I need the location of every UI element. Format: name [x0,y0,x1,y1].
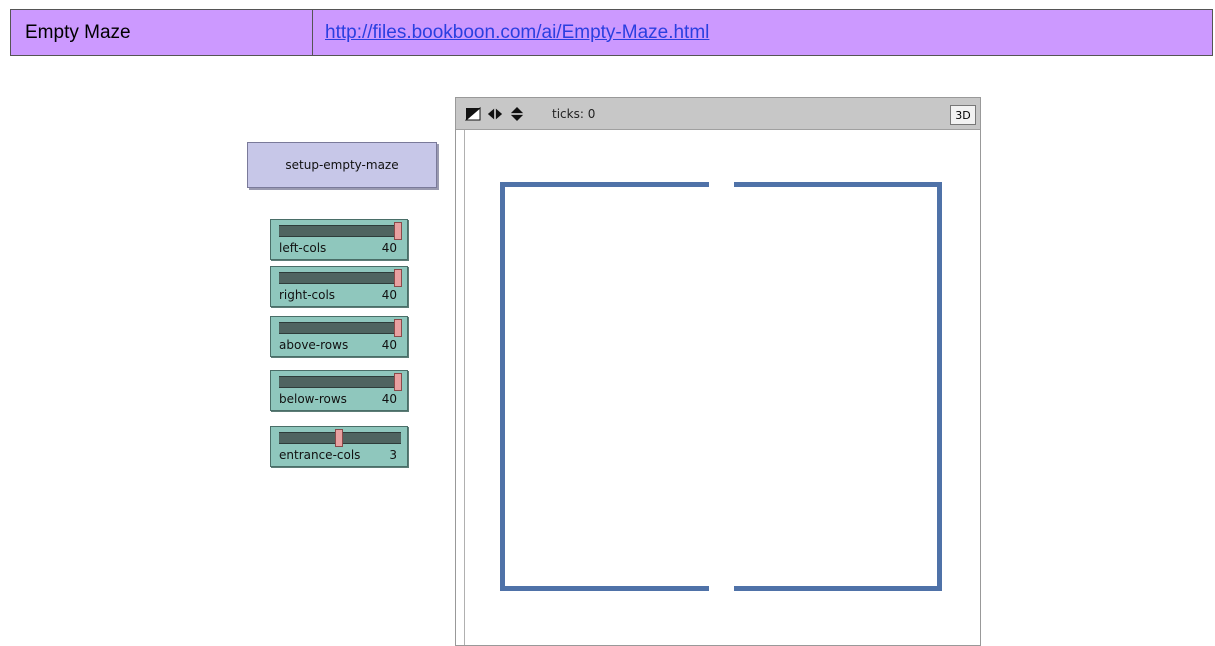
slider-thumb[interactable] [394,319,402,337]
slider-entrance-cols[interactable]: entrance-cols 3 [270,426,408,467]
maze-wall-bottom-left [500,586,709,591]
slider-label: right-cols [279,288,336,302]
slider-label: left-cols [279,241,327,255]
maze-wall-top-left [500,182,709,187]
3d-view-button[interactable]: 3D [950,105,976,125]
model-link[interactable]: http://files.bookboon.com/ai/Empty-Maze.… [325,22,709,44]
model-link-cell: http://files.bookboon.com/ai/Empty-Maze.… [313,10,1212,55]
slider-track[interactable] [279,272,401,284]
slider-value: 40 [381,241,397,255]
slider-value: 3 [389,448,397,462]
slider-label: above-rows [279,338,349,352]
slider-thumb[interactable] [335,429,343,447]
world-view: ticks: 0 3D [455,97,981,646]
maze-canvas[interactable] [464,130,980,645]
slider-thumb[interactable] [394,222,402,240]
edit-shape-icon[interactable] [465,107,481,121]
slider-above-rows[interactable]: above-rows 40 [270,316,408,357]
maze-wall-right [937,182,942,591]
slider-value: 40 [381,392,397,406]
slider-track[interactable] [279,376,401,388]
model-title: Empty Maze [11,10,313,55]
slider-value: 40 [381,288,397,302]
vertical-wrap-icon[interactable] [509,107,525,121]
slider-label: entrance-cols [279,448,361,462]
view-toolbar: ticks: 0 3D [456,98,980,130]
slider-right-cols[interactable]: right-cols 40 [270,266,408,307]
slider-thumb[interactable] [394,373,402,391]
maze-wall-top-right [734,182,942,187]
slider-track[interactable] [279,322,401,334]
toolbar-icons [465,107,525,121]
slider-value: 40 [381,338,397,352]
slider-below-rows[interactable]: below-rows 40 [270,370,408,411]
ticks-counter: ticks: 0 [552,107,596,121]
horizontal-wrap-icon[interactable] [487,107,503,121]
maze-wall-left [500,182,505,591]
slider-label: below-rows [279,392,347,406]
maze-wall-bottom-right [734,586,942,591]
slider-thumb[interactable] [394,269,402,287]
slider-track[interactable] [279,225,401,237]
slider-left-cols[interactable]: left-cols 40 [270,219,408,260]
setup-empty-maze-button[interactable]: setup-empty-maze [247,142,437,188]
header-table: Empty Maze http://files.bookboon.com/ai/… [10,9,1213,56]
